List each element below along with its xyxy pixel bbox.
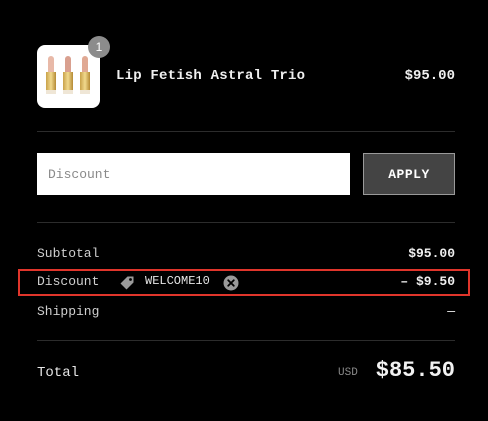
tag-icon — [120, 276, 134, 290]
close-circle-icon[interactable] — [223, 275, 239, 291]
divider — [37, 222, 455, 223]
product-price: $95.00 — [404, 68, 455, 84]
discount-row: Discount WELCOME10 – $9.50 — [37, 272, 455, 292]
divider — [37, 131, 455, 132]
apply-button[interactable]: APPLY — [363, 153, 455, 195]
discount-code: WELCOME10 — [145, 274, 210, 288]
subtotal-row: Subtotal $95.00 — [37, 244, 455, 264]
discount-value: – $9.50 — [400, 274, 455, 289]
discount-code-input[interactable] — [37, 153, 350, 195]
cart-line-item: 1 Lip Fetish Astral Trio $95.00 — [37, 36, 455, 108]
discount-label: Discount — [37, 274, 100, 289]
quantity-badge: 1 — [88, 36, 110, 58]
shipping-label: Shipping — [37, 304, 100, 319]
divider — [37, 340, 455, 341]
shipping-row: Shipping — — [37, 302, 455, 322]
total-value: $85.50 — [375, 358, 455, 383]
subtotal-label: Subtotal — [37, 246, 100, 261]
subtotal-value: $95.00 — [408, 246, 455, 261]
shipping-value: — — [447, 304, 455, 319]
currency-code: USD — [338, 367, 358, 379]
product-name: Lip Fetish Astral Trio — [116, 68, 306, 84]
total-label: Total — [37, 365, 80, 381]
